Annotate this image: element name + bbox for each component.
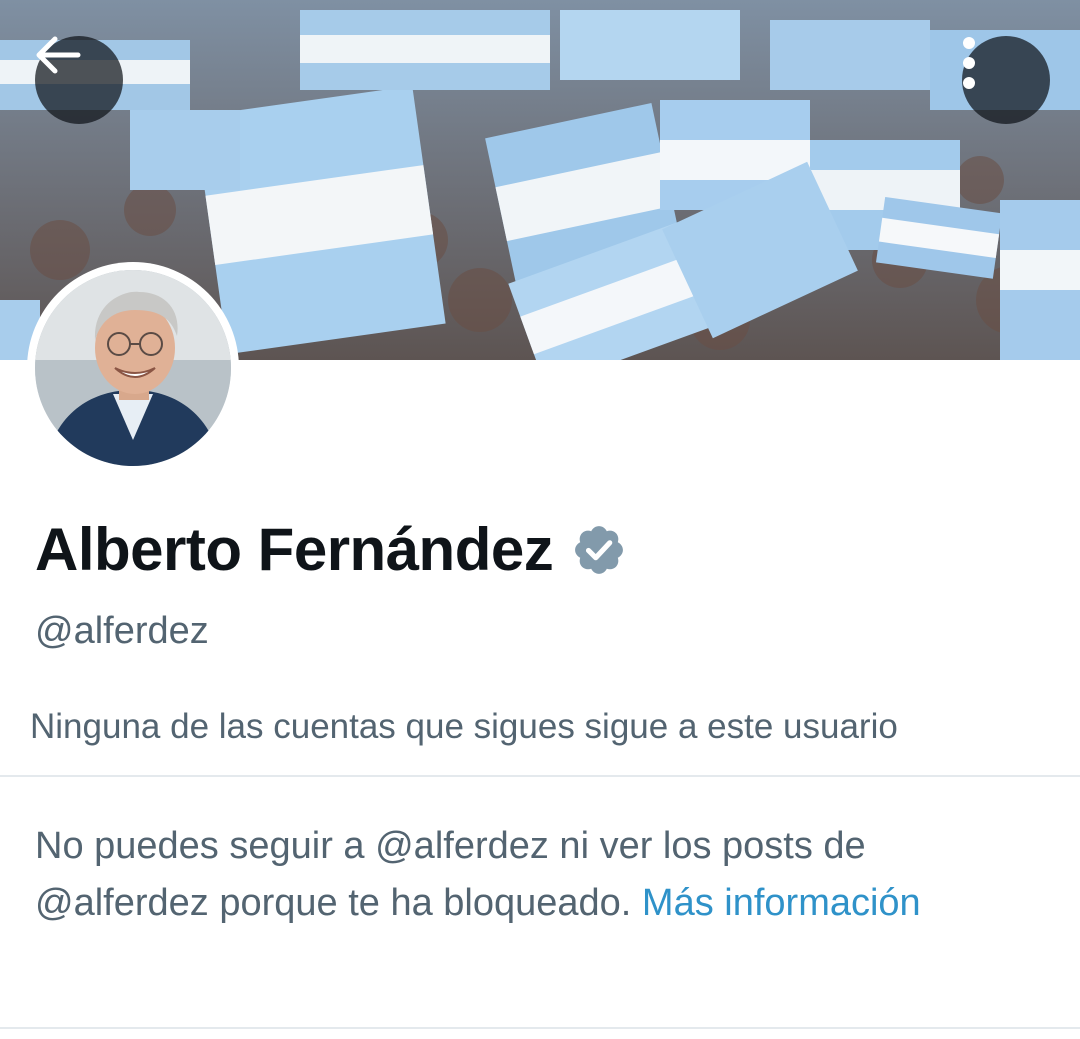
arrow-left-icon bbox=[36, 36, 81, 74]
back-button[interactable] bbox=[35, 36, 123, 124]
more-options-button[interactable] bbox=[962, 36, 1050, 124]
verified-badge-icon[interactable] bbox=[571, 522, 627, 578]
avatar[interactable] bbox=[27, 262, 239, 474]
display-name: Alberto Fernández bbox=[35, 516, 554, 583]
profile-page: Alberto Fernández @alferdez Ninguna de l… bbox=[0, 0, 1080, 1039]
more-info-link[interactable]: Más información bbox=[642, 882, 921, 924]
followers-you-know[interactable]: Ninguna de las cuentas que sigues sigue … bbox=[30, 705, 898, 749]
avatar-image bbox=[35, 270, 231, 466]
blocked-notice: No puedes seguir a @alferdez ni ver los … bbox=[35, 818, 1045, 932]
name-row: Alberto Fernández bbox=[35, 515, 627, 585]
user-handle: @alferdez bbox=[35, 610, 209, 652]
divider bbox=[0, 1027, 1080, 1029]
more-vertical-icon bbox=[963, 37, 975, 89]
divider bbox=[0, 775, 1080, 777]
